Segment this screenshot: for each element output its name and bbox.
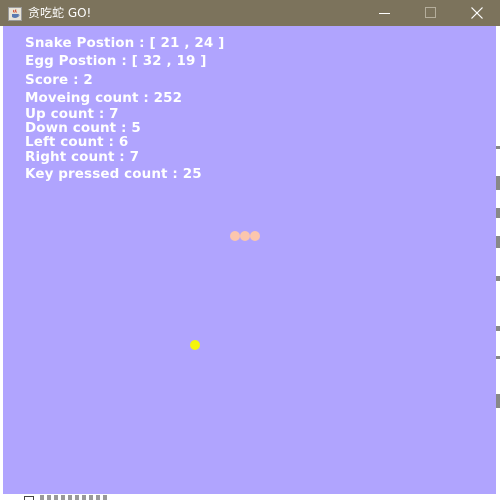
game-canvas[interactable]: Snake Postion : [ 21 , 24 ] Egg Postion … (3, 26, 496, 494)
left-count-text: Left count : 6 (25, 134, 129, 150)
score-text: Score : 2 (25, 72, 93, 88)
moving-count-text: Moveing count : 252 (25, 89, 183, 106)
close-button[interactable] (454, 0, 500, 26)
egg (190, 340, 200, 350)
maximize-button[interactable] (408, 0, 454, 26)
checkbox-icon (24, 496, 34, 500)
up-count-text: Up count : 7 (25, 106, 119, 122)
maximize-icon (425, 7, 436, 18)
close-icon (471, 7, 483, 19)
snake-position-text: Snake Postion : [ 21 , 24 ] (25, 35, 225, 51)
snake-segment (230, 231, 240, 241)
title-bar[interactable]: 贪吃蛇 GO! (0, 0, 500, 26)
minimize-button[interactable] (362, 0, 408, 26)
right-count-text: Right count : 7 (25, 149, 140, 165)
down-count-text: Down count : 5 (25, 120, 141, 136)
snake-segment (250, 231, 260, 241)
egg-position-text: Egg Postion : [ 32 , 19 ] (25, 52, 207, 69)
minimize-icon (379, 13, 390, 14)
game-window: 贪吃蛇 GO! Snake Postion : [ 21 , 24 ] Egg … (0, 0, 500, 500)
java-coffee-icon (8, 6, 22, 21)
background-window-strip (0, 494, 500, 500)
key-pressed-count-text: Key pressed count : 25 (25, 165, 202, 182)
hud-panel: Snake Postion : [ 21 , 24 ] Egg Postion … (25, 35, 224, 181)
window-title: 贪吃蛇 GO! (28, 6, 92, 20)
snake-segment (240, 231, 250, 241)
background-window-edge (496, 26, 500, 494)
